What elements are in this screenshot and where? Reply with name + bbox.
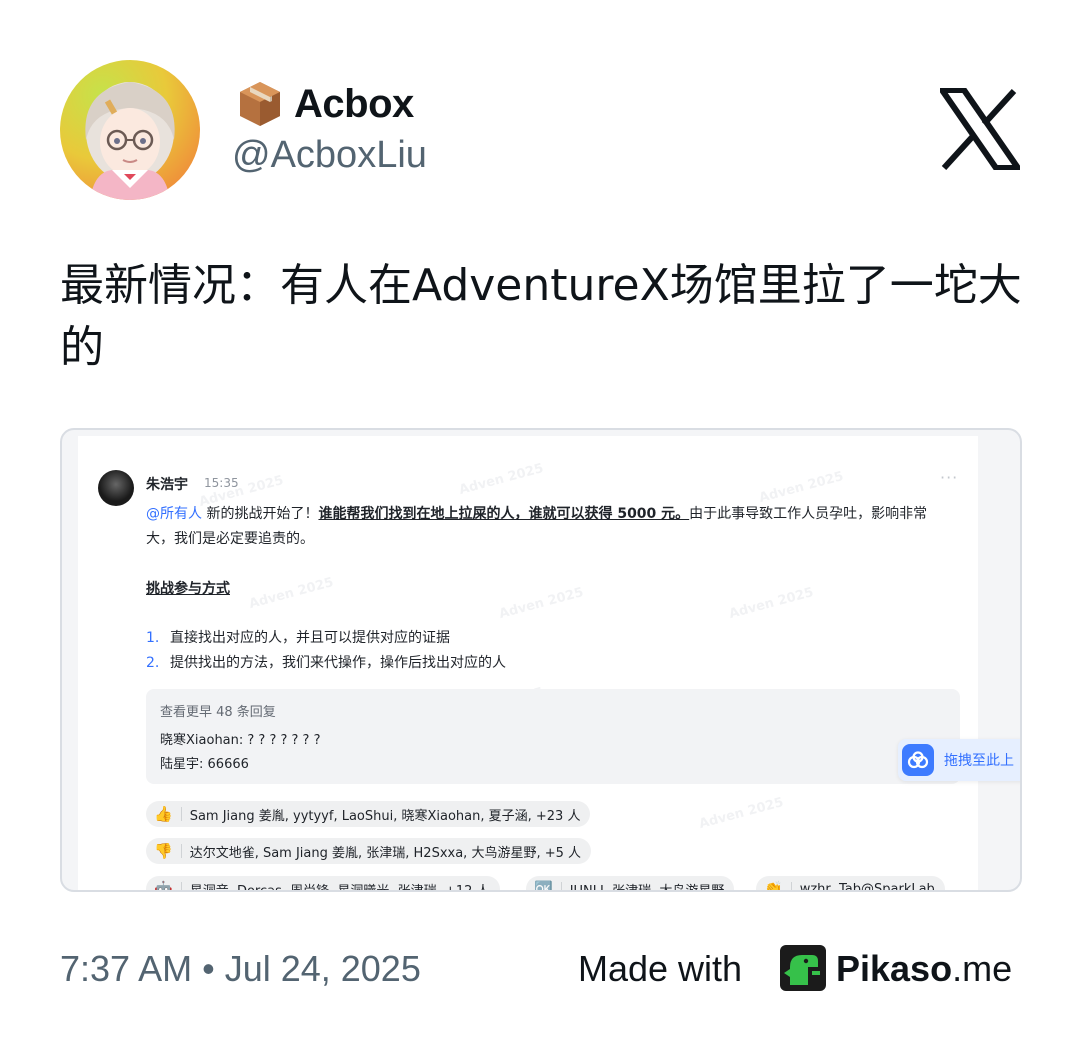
reaction-thumbs-up[interactable]: 👍 Sam Jiang 姜胤, yytyyf, LaoShui, 晓寒Xiaoha… [146, 801, 591, 827]
package-box-icon [240, 82, 280, 126]
watermark: Adven 2025 [247, 575, 336, 612]
reply-text: ? ? ? ? ? ? ? [243, 733, 321, 748]
reaction-users: Sam Jiang 姜胤, yytyyf, LaoShui, 晓寒Xiaohan… [189, 808, 581, 824]
divider [790, 882, 792, 890]
divider [180, 807, 182, 821]
chat-message-panel: Adven 2025 Adven 2025 Adven 2025 Adven 2… [78, 436, 978, 892]
message-body: @所有人 新的挑战开始了！谁能帮我们找到在地上拉屎的人，谁就可以获得 5000 … [146, 502, 946, 552]
author-avatar[interactable] [60, 60, 200, 200]
sender-avatar[interactable] [98, 470, 134, 506]
list-item-text: 直接找出对应的人，并且可以提供对应的证据 [170, 630, 450, 646]
author-display-name: Acbox [294, 81, 414, 126]
list-item: 2. 提供找出的方法，我们来代操作，操作后找出对应的人 [146, 651, 506, 676]
x-logo-icon[interactable] [940, 88, 1020, 170]
robot-face-icon: 🤖 [154, 880, 173, 892]
list-number: 1. [146, 630, 160, 646]
clapping-hands-icon: 👏 [764, 880, 783, 892]
pikaso-dino-logo-icon[interactable] [780, 945, 826, 991]
mention-all[interactable]: @所有人 [146, 506, 202, 522]
reply-text: 66666 [203, 757, 249, 772]
embedded-screenshot[interactable]: Adven 2025 Adven 2025 Adven 2025 Adven 2… [60, 428, 1022, 892]
challenge-steps: 1. 直接找出对应的人，并且可以提供对应的证据 2. 提供找出的方法，我们来代操作，… [146, 626, 506, 676]
reply-author[interactable]: 晓寒Xiaohan: [160, 733, 243, 748]
reaction-users: wzhr, Tab@SparkLab [799, 881, 935, 892]
pikaso-brand[interactable]: Pikaso.me [836, 948, 1012, 990]
view-earlier-replies-link[interactable]: 查看更早 48 条回复 [160, 701, 276, 720]
list-item-text: 提供找出的方法，我们来代操作，操作后找出对应的人 [170, 655, 506, 671]
thread-reply: 晓寒Xiaohan: ? ? ? ? ? ? ? [160, 729, 321, 748]
divider [180, 882, 182, 890]
author-name-row[interactable]: Acbox [238, 80, 414, 128]
watermark: Adven 2025 [757, 469, 846, 506]
drag-here-button[interactable]: 拖拽至此上 [898, 739, 1020, 781]
list-item: 1. 直接找出对应的人，并且可以提供对应的证据 [146, 626, 506, 651]
divider [560, 882, 562, 890]
reaction-clap[interactable]: 👏 wzhr, Tab@SparkLab [756, 876, 945, 892]
thumbs-up-icon: 👍 [154, 805, 173, 823]
sender-name[interactable]: 朱浩宇 [146, 474, 188, 494]
reaction-robot[interactable]: 🤖 星洞音, Dorcas, 周尚锋, 星洞曦光, 张津瑞, +12 人 [146, 876, 500, 892]
cloud-upload-icon [902, 744, 934, 776]
made-with-label: Made with [578, 948, 743, 989]
reply-thread[interactable]: 查看更早 48 条回复 晓寒Xiaohan: ? ? ? ? ? ? ? 陆星宇… [146, 689, 960, 784]
author-handle[interactable]: @AcboxLiu [232, 134, 427, 177]
divider [180, 844, 182, 858]
challenge-heading: 挑战参与方式 [146, 581, 230, 597]
message-text-highlight: 谁能帮我们找到在地上拉屎的人，谁就可以获得 5000 元。 [318, 506, 690, 522]
tweet-text: 最新情况：有人在AdventureX场馆里拉了一坨大的 [60, 260, 1022, 373]
watermark: Adven 2025 [457, 461, 546, 498]
watermark: Adven 2025 [497, 585, 586, 622]
reaction-users: 星洞音, Dorcas, 周尚锋, 星洞曦光, 张津瑞, +12 人 [189, 883, 490, 892]
drag-here-label: 拖拽至此上 [944, 753, 1014, 769]
ok-icon: 🆗 [534, 880, 553, 892]
watermark: Adven 2025 [697, 795, 786, 832]
thumbs-down-icon: 👎 [154, 842, 173, 860]
reaction-users: JUNLI, 张津瑞, 大鸟游星野 [569, 883, 725, 892]
tweet-timestamp[interactable]: 7:37 AM • Jul 24, 2025 [60, 948, 421, 990]
reaction-ok[interactable]: 🆗 JUNLI, 张津瑞, 大鸟游星野 [526, 876, 735, 892]
watermark: Adven 2025 [727, 585, 816, 622]
pikaso-brand-bold: Pikaso [836, 948, 953, 989]
message-time: 15:35 [204, 476, 239, 490]
reaction-users: 达尔文地雀, Sam Jiang 姜胤, 张津瑞, H2Sxxa, 大鸟游星野,… [189, 845, 582, 861]
thread-reply: 陆星宇: 66666 [160, 753, 249, 772]
list-number: 2. [146, 655, 160, 671]
reply-author[interactable]: 陆星宇: [160, 757, 203, 772]
reaction-thumbs-down[interactable]: 👎 达尔文地雀, Sam Jiang 姜胤, 张津瑞, H2Sxxa, 大鸟游星野… [146, 838, 592, 864]
pikaso-brand-suffix: .me [952, 948, 1013, 989]
message-text-start: 新的挑战开始了！ [202, 506, 319, 522]
more-options-icon[interactable]: ··· [940, 468, 958, 487]
